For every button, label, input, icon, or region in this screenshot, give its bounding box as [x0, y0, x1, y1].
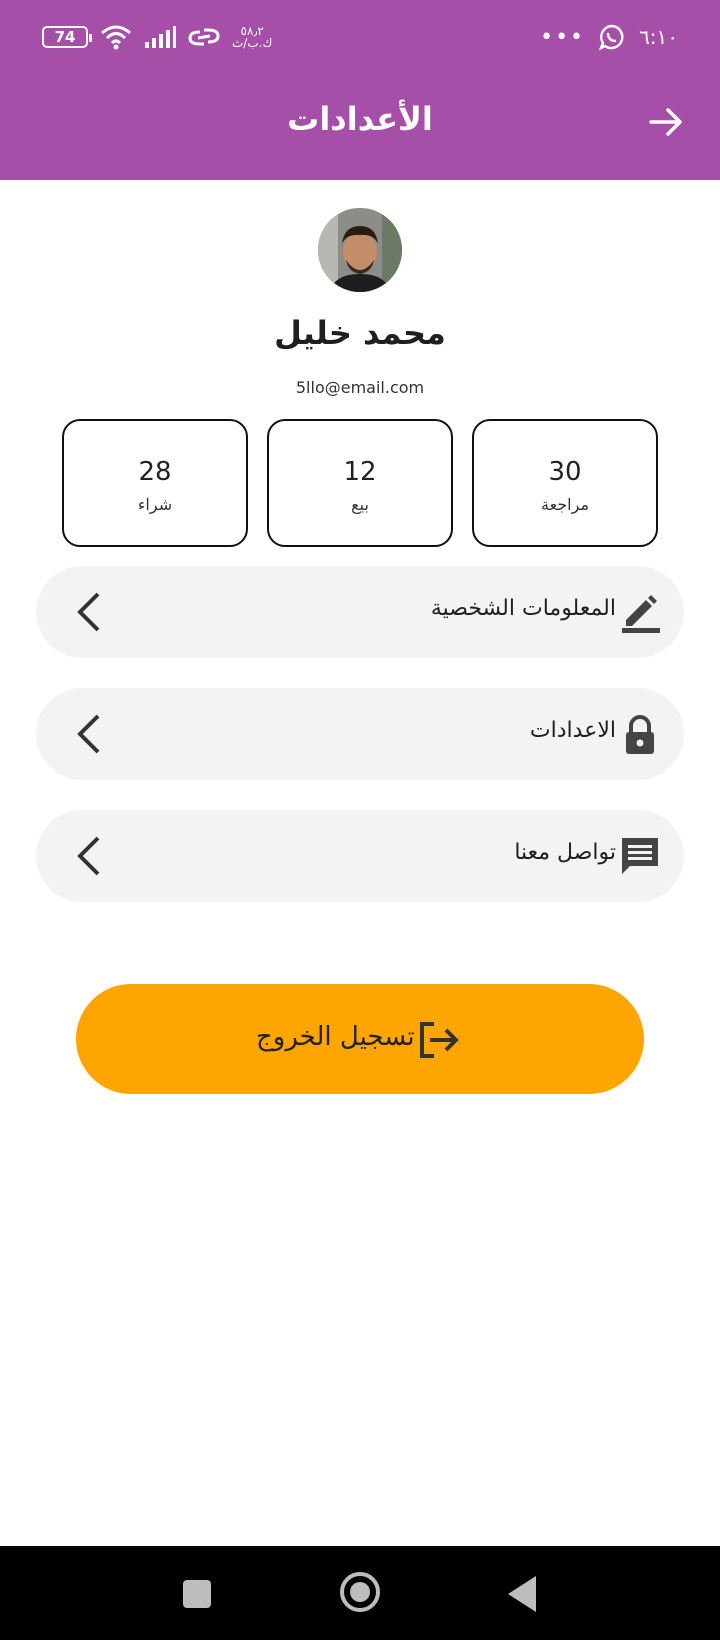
- chevron-left-icon: [77, 592, 100, 632]
- logout-icon: [420, 1022, 459, 1058]
- avatar-photo: [318, 208, 402, 292]
- chevron-left-icon: [77, 836, 100, 876]
- menu-item-contact-us[interactable]: تواصل معنا: [36, 810, 684, 902]
- chevron-left-icon: [77, 714, 100, 754]
- status-right: ••• ٦:١٠: [540, 24, 678, 50]
- user-email: 5llo@email.com: [295, 378, 425, 397]
- menu-label: تواصل معنا: [514, 840, 616, 865]
- avatar[interactable]: [318, 208, 402, 292]
- link-icon: [188, 28, 220, 46]
- whatsapp-icon: [599, 24, 624, 50]
- system-nav-bar: [0, 1546, 720, 1640]
- chat-icon: [622, 838, 658, 874]
- logout-label: تسجيل الخروج: [256, 1022, 415, 1052]
- status-bar: 74 ٥٨٫٢ ك.ب/ث ••• ٦:١٠: [0, 0, 720, 80]
- stat-label: بيع: [351, 495, 369, 514]
- menu-item-settings[interactable]: الاعدادات: [36, 688, 684, 780]
- page-title: الأعدادات: [287, 100, 433, 138]
- back-arrow-icon[interactable]: [648, 104, 684, 140]
- menu-label: المعلومات الشخصية: [430, 596, 616, 621]
- status-left: 74 ٥٨٫٢ ك.ب/ث: [42, 24, 272, 50]
- user-name: محمد خليل: [274, 314, 446, 352]
- signal-icon: [145, 26, 176, 48]
- logout-button[interactable]: تسجيل الخروج: [76, 984, 644, 1094]
- wifi-icon: [101, 25, 131, 50]
- home-button[interactable]: [340, 1572, 380, 1612]
- lock-icon: [626, 715, 654, 754]
- net-speed: ٥٨٫٢ ك.ب/ث: [232, 25, 272, 49]
- menu-item-personal-info[interactable]: المعلومات الشخصية: [36, 566, 684, 658]
- stat-card-sales[interactable]: 12 بيع: [267, 419, 453, 547]
- stat-value: 12: [343, 457, 377, 487]
- clock: ٦:١٠: [639, 25, 678, 49]
- stats-row: 28 شراء 12 بيع 30 مراجعة: [62, 419, 658, 547]
- stat-label: مراجعة: [540, 495, 590, 514]
- app-header: 74 ٥٨٫٢ ك.ب/ث ••• ٦:١٠ الأعدادات: [0, 0, 720, 180]
- stat-value: 28: [138, 457, 172, 487]
- menu-label: الاعدادات: [529, 718, 616, 743]
- recents-button[interactable]: [183, 1580, 211, 1608]
- stat-card-purchases[interactable]: 28 شراء: [62, 419, 248, 547]
- net-speed-unit: ك.ب/ث: [232, 36, 273, 50]
- system-back-button[interactable]: [508, 1576, 536, 1612]
- battery-icon: 74: [42, 26, 92, 48]
- stat-value: 30: [548, 457, 582, 487]
- battery-level: 74: [54, 28, 76, 46]
- stat-card-reviews[interactable]: 30 مراجعة: [472, 419, 658, 547]
- edit-icon: [622, 595, 660, 633]
- stat-label: شراء: [137, 495, 173, 514]
- more-notifications-icon: •••: [540, 24, 586, 50]
